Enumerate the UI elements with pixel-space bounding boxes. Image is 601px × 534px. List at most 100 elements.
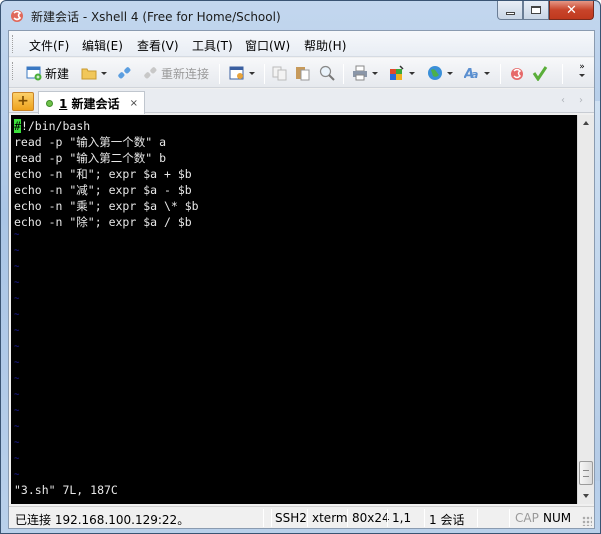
more-icon: » <box>579 62 585 72</box>
open-button[interactable] <box>81 63 107 83</box>
empty-line-tilde: ~ <box>14 294 20 304</box>
menu-view[interactable]: 查看(V) <box>137 37 179 54</box>
tab-scroll-right-button[interactable]: › <box>579 95 583 106</box>
menu-edit[interactable]: 编辑(E) <box>82 37 123 54</box>
properties-button[interactable] <box>229 63 255 83</box>
tab-close-button[interactable]: × <box>130 98 138 109</box>
tab-bar: + 1 新建会话 × ‹ › <box>9 89 594 114</box>
terminal-line: echo -n "乘"; expr $a \* $b <box>14 199 199 213</box>
chevron-down-icon <box>484 71 490 75</box>
new-session-icon <box>26 66 42 81</box>
terminal-line: echo -n "和"; expr $a + $b <box>14 167 192 181</box>
terminal-scrollbar[interactable] <box>577 115 594 504</box>
maximize-icon <box>531 6 541 14</box>
new-session-button[interactable]: 新建 <box>26 63 69 83</box>
window-title: 新建会话 - Xshell 4 (Free for Home/School) <box>31 10 281 24</box>
plus-icon: + <box>17 93 29 109</box>
num-lock-indicator: NUM <box>543 511 572 525</box>
empty-line-tilde: ~ <box>14 422 20 432</box>
print-button[interactable] <box>352 63 378 83</box>
terminal-line: read -p "输入第二个数" b <box>14 151 167 165</box>
resize-grip[interactable] <box>582 516 592 526</box>
status-separator <box>424 509 425 527</box>
chevron-down-icon <box>579 74 585 77</box>
terminal-line: echo -n "减"; expr $a - $b <box>14 183 192 197</box>
empty-line-tilde: ~ <box>14 454 20 464</box>
status-separator <box>387 509 388 527</box>
reconnect-label: 重新连接 <box>161 66 210 81</box>
connection-status: 已连接 192.168.100.129:22。 <box>15 513 190 527</box>
client-area: 文件(F) 编辑(E) 查看(V) 工具(T) 窗口(W) 帮助(H) 新建 重… <box>8 30 595 529</box>
terminal-screen[interactable]: #!/bin/bash read -p "输入第一个数" a read -p "… <box>11 115 577 504</box>
toolbar: 新建 重新连接 A a » <box>9 58 594 88</box>
menu-bar: 文件(F) 编辑(E) 查看(V) 工具(T) 窗口(W) 帮助(H) <box>9 31 594 57</box>
terminal-line: #!/bin/bash <box>14 119 91 133</box>
empty-line-tilde: ~ <box>14 374 20 384</box>
copy-button[interactable] <box>272 63 288 83</box>
toolbar-grip[interactable] <box>12 62 15 80</box>
status-separator <box>509 509 510 527</box>
font-icon: Aa <box>464 67 478 81</box>
connect-button[interactable] <box>116 63 132 83</box>
status-separator <box>347 509 348 527</box>
empty-line-tilde: ~ <box>14 342 20 352</box>
maximize-button[interactable] <box>523 1 549 20</box>
scroll-up-icon[interactable] <box>583 121 589 125</box>
toolbar-overflow-button[interactable]: » <box>579 63 585 83</box>
empty-line-tilde: ~ <box>14 230 20 240</box>
color-scheme-icon <box>390 65 404 80</box>
toolbar-separator <box>500 64 501 84</box>
tab-session-1[interactable]: 1 新建会话 × <box>38 91 145 114</box>
menu-window[interactable]: 窗口(W) <box>245 37 290 54</box>
status-bar: 已连接 192.168.100.129:22。 SSH2 xterm 80x24… <box>9 506 594 528</box>
title-bar[interactable]: 新建会话 - Xshell 4 (Free for Home/School) ✕ <box>1 1 600 31</box>
terminal-cursor: # <box>14 119 21 133</box>
empty-line-tilde: ~ <box>14 358 20 368</box>
caps-lock-indicator: CAP <box>515 511 539 525</box>
tab-scroll-left-button[interactable]: ‹ <box>561 95 565 106</box>
color-scheme-button[interactable] <box>389 63 415 83</box>
svg-text:a: a <box>471 68 478 81</box>
empty-line-tilde: ~ <box>14 326 20 336</box>
empty-line-tilde: ~ <box>14 278 20 288</box>
menu-file[interactable]: 文件(F) <box>29 37 69 54</box>
paste-button[interactable] <box>295 63 311 83</box>
find-icon <box>319 65 335 81</box>
toolbar-separator <box>219 64 220 84</box>
empty-line-tilde: ~ <box>14 470 20 480</box>
xftp-button[interactable] <box>509 63 525 83</box>
minimize-icon <box>505 11 515 15</box>
toolbar-separator <box>264 64 265 84</box>
menu-tools[interactable]: 工具(T) <box>192 37 233 54</box>
xshell-window: 新建会话 - Xshell 4 (Free for Home/School) ✕… <box>0 0 601 534</box>
empty-line-tilde: ~ <box>14 438 20 448</box>
copy-icon <box>272 66 287 81</box>
reconnect-icon <box>144 67 157 79</box>
open-folder-icon <box>81 68 97 80</box>
close-button[interactable]: ✕ <box>549 1 594 20</box>
menu-grip[interactable] <box>12 35 15 53</box>
empty-line-tilde: ~ <box>14 246 20 256</box>
minimize-button[interactable] <box>497 1 523 20</box>
xmanager-button[interactable] <box>532 63 548 83</box>
globe-button[interactable] <box>427 63 453 83</box>
scrollbar-thumb[interactable] <box>579 461 593 485</box>
xmanager-icon <box>532 66 548 81</box>
terminal-size-status: 80x24 <box>352 511 390 525</box>
find-button[interactable] <box>319 63 335 83</box>
print-icon <box>353 65 367 81</box>
chevron-down-icon <box>447 71 453 75</box>
connect-icon <box>118 67 131 79</box>
scroll-down-icon[interactable] <box>583 494 589 498</box>
terminal-line: read -p "输入第一个数" a <box>14 135 167 149</box>
status-separator <box>263 509 264 527</box>
new-tab-button[interactable]: + <box>12 92 34 111</box>
properties-icon <box>229 66 244 80</box>
cursor-position-status: 1,1 <box>392 511 412 525</box>
reconnect-button[interactable]: 重新连接 <box>142 63 209 83</box>
new-session-label: 新建 <box>45 66 70 81</box>
menu-help[interactable]: 帮助(H) <box>304 37 346 54</box>
font-button[interactable]: Aa <box>464 63 490 83</box>
toolbar-separator <box>343 64 344 84</box>
terminal-line: echo -n "除"; expr $a / $b <box>14 215 192 229</box>
